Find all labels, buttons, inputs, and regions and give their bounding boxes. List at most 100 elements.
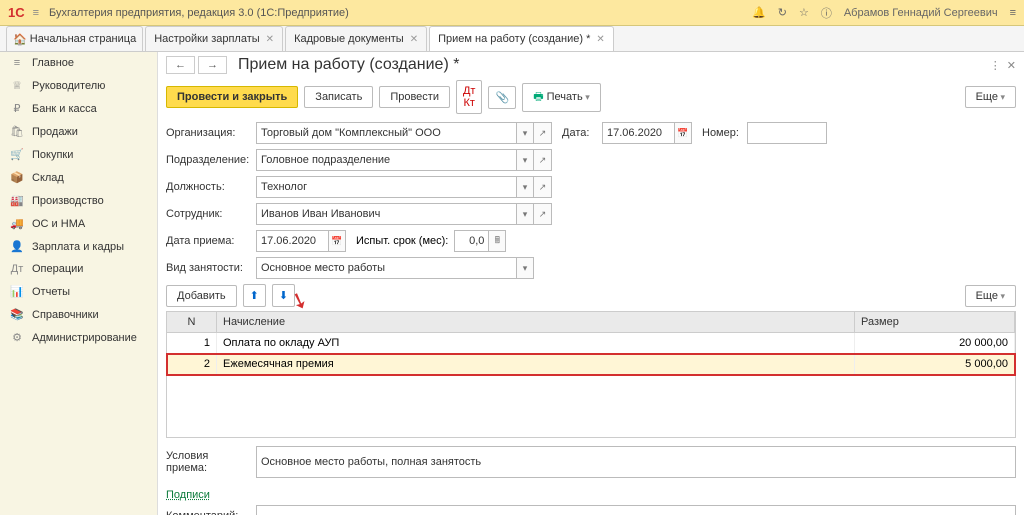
menu-icon: ≡ (10, 57, 24, 69)
label-number: Номер: (702, 127, 747, 139)
signatures-link[interactable]: Подписи (166, 483, 210, 505)
bell-icon[interactable]: 🔔 (752, 6, 766, 19)
dtkt-button[interactable]: ДтКт (456, 80, 483, 114)
label-date: Дата: (562, 127, 602, 139)
dropdown-icon[interactable]: ▾ (516, 149, 534, 171)
sidebar-item-admin[interactable]: ⚙Администрирование (0, 326, 157, 349)
open-icon[interactable]: ↗ (534, 176, 552, 198)
label-trial: Испыт. срок (мес): (356, 235, 448, 247)
org-input[interactable] (256, 122, 516, 144)
dept-input[interactable] (256, 149, 516, 171)
conditions-input[interactable] (256, 446, 1016, 478)
books-icon: 📚 (10, 308, 24, 321)
user-name[interactable]: Абрамов Геннадий Сергеевич (844, 7, 998, 19)
logo-1c: 1С (8, 5, 25, 20)
sidebar-item-bank[interactable]: ₽Банк и касса (0, 97, 157, 120)
sidebar-item-manager[interactable]: ♕Руководителю (0, 74, 157, 97)
factory-icon: 🏭 (10, 194, 24, 207)
help-icon[interactable]: ⓘ (821, 5, 832, 21)
more-menu-icon[interactable]: ⋮ (990, 59, 1001, 72)
box-icon: 📦 (10, 171, 24, 184)
sidebar-item-purchases[interactable]: 🛒Покупки (0, 143, 157, 166)
person-icon: 👤 (10, 240, 24, 253)
col-n[interactable]: N (167, 312, 217, 332)
close-icon[interactable]: ✕ (596, 34, 604, 45)
table-row[interactable]: 1 Оплата по окладу АУП 20 000,00 (167, 333, 1015, 354)
dk-icon: Дт (10, 263, 24, 275)
more-button[interactable]: Еще (965, 86, 1016, 108)
add-row-button[interactable]: Добавить (166, 285, 237, 307)
sidebar: ≡Главное ♕Руководителю ₽Банк и касса 🛍Пр… (0, 52, 158, 515)
date-input[interactable] (602, 122, 674, 144)
dropdown-icon[interactable]: ▾ (516, 203, 534, 225)
nav-forward-button[interactable]: → (198, 56, 227, 74)
sidebar-item-main[interactable]: ≡Главное (0, 52, 157, 74)
position-input[interactable] (256, 176, 516, 198)
sidebar-item-assets[interactable]: 🚚ОС и НМА (0, 212, 157, 235)
label-dept: Подразделение: (166, 154, 256, 166)
label-conditions: Условия приема: (166, 450, 256, 474)
truck-icon: 🚚 (10, 217, 24, 230)
number-input[interactable] (747, 122, 827, 144)
label-pos: Должность: (166, 181, 256, 193)
sidebar-item-warehouse[interactable]: 📦Склад (0, 166, 157, 189)
close-doc-icon[interactable]: ✕ (1007, 59, 1016, 72)
calc-icon[interactable]: 🖩 (488, 230, 506, 252)
accruals-table: N Начисление Размер 1 Оплата по окладу А… (166, 311, 1016, 438)
gear-icon: ⚙ (10, 331, 24, 344)
open-icon[interactable]: ↗ (534, 203, 552, 225)
label-comment: Комментарий: (166, 510, 256, 515)
label-hire-date: Дата приема: (166, 235, 256, 247)
open-icon[interactable]: ↗ (534, 122, 552, 144)
label-org: Организация: (166, 127, 256, 139)
dropdown-icon[interactable]: ▾ (516, 176, 534, 198)
move-down-button[interactable]: ⬇ (272, 284, 295, 307)
chart-icon: 📊 (10, 285, 24, 298)
trial-input[interactable] (454, 230, 488, 252)
calendar-icon[interactable]: 📅 (674, 122, 692, 144)
post-and-close-button[interactable]: Провести и закрыть (166, 86, 298, 108)
label-emp-type: Вид занятости: (166, 262, 256, 274)
main-menu-icon[interactable]: ≡ (33, 7, 39, 19)
history-icon[interactable]: ↻ (778, 6, 787, 19)
post-button[interactable]: Провести (379, 86, 450, 108)
crown-icon: ♕ (10, 79, 24, 92)
sidebar-item-sales[interactable]: 🛍Продажи (0, 120, 157, 143)
tab-hr-docs[interactable]: Кадровые документы✕ (285, 26, 427, 51)
dropdown-icon[interactable]: ▾ (516, 122, 534, 144)
close-icon[interactable]: ✕ (266, 34, 274, 45)
col-size[interactable]: Размер (855, 312, 1015, 332)
calendar-icon[interactable]: 📅 (328, 230, 346, 252)
close-icon[interactable]: ✕ (410, 34, 418, 45)
employee-input[interactable] (256, 203, 516, 225)
sidebar-item-refs[interactable]: 📚Справочники (0, 303, 157, 326)
print-button[interactable]: 🖶 Печать (522, 83, 601, 112)
dropdown-icon[interactable]: ▾ (516, 257, 534, 279)
emp-type-input[interactable] (256, 257, 516, 279)
label-emp: Сотрудник: (166, 208, 256, 220)
col-name[interactable]: Начисление (217, 312, 855, 332)
table-row[interactable]: 2 Ежемесячная премия 5 000,00 (167, 354, 1015, 375)
cart-icon: 🛒 (10, 148, 24, 161)
hire-date-input[interactable] (256, 230, 328, 252)
sidebar-item-operations[interactable]: ДтОперации (0, 258, 157, 280)
sidebar-item-hr[interactable]: 👤Зарплата и кадры (0, 235, 157, 258)
user-menu-icon[interactable]: ≡ (1010, 7, 1016, 19)
nav-back-button[interactable]: ← (166, 56, 195, 74)
sidebar-item-production[interactable]: 🏭Производство (0, 189, 157, 212)
tab-salary-settings[interactable]: Настройки зарплаты✕ (145, 26, 283, 51)
write-button[interactable]: Записать (304, 86, 373, 108)
attach-button[interactable]: 📎 (488, 86, 516, 109)
document-title: Прием на работу (создание) * (238, 56, 984, 74)
move-up-button[interactable]: ⬆ (243, 284, 266, 307)
comment-input[interactable] (256, 505, 1016, 515)
table-more-button[interactable]: Еще (965, 285, 1016, 307)
open-icon[interactable]: ↗ (534, 149, 552, 171)
ruble-icon: ₽ (10, 102, 24, 115)
tab-hire-new[interactable]: Прием на работу (создание) *✕ (429, 26, 614, 51)
bag-icon: 🛍 (10, 125, 24, 138)
star-icon[interactable]: ☆ (799, 6, 809, 19)
sidebar-item-reports[interactable]: 📊Отчеты (0, 280, 157, 303)
tab-home[interactable]: 🏠 Начальная страница (6, 26, 143, 51)
home-icon: 🏠 (13, 33, 27, 46)
